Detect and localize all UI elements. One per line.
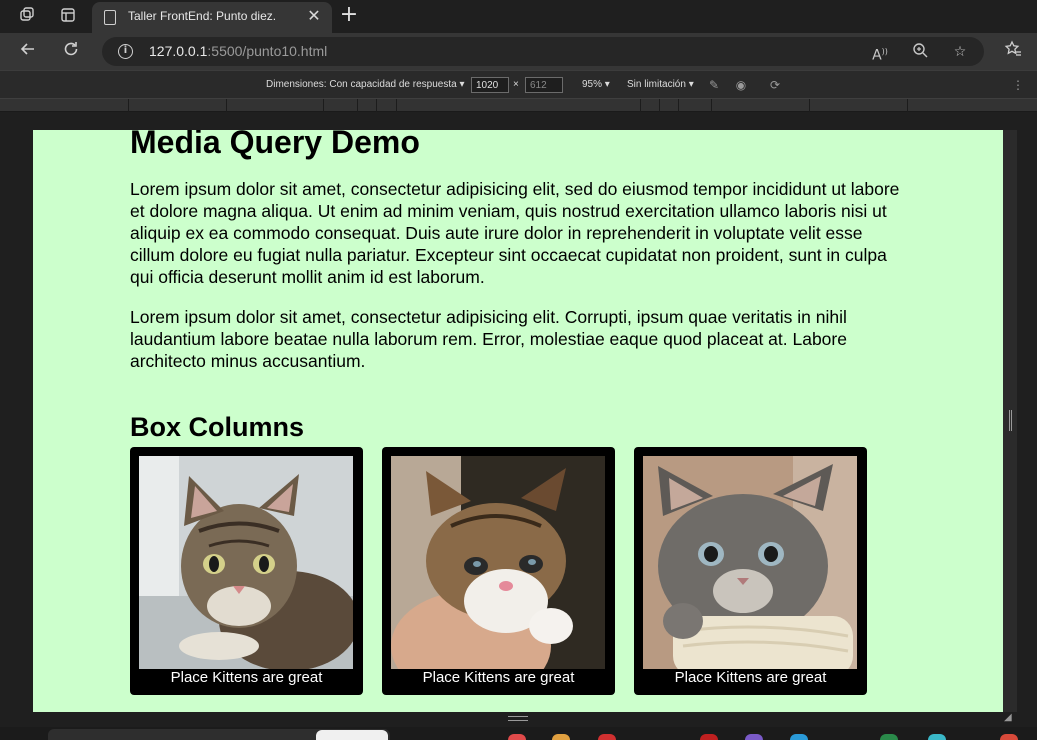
address-bar[interactable]: i 127.0.0.1:5500/punto10.html A)) ☆ [102,37,984,66]
width-input[interactable]: 1020 [471,77,509,93]
taskbar-app-icon[interactable] [508,734,526,740]
kitten-photo [139,456,353,669]
resize-handle-bottom[interactable] [508,716,528,721]
page-favicon-icon [104,10,116,25]
page-content: Media Query Demo Lorem ipsum dolor sit a… [130,130,910,442]
taskbar [0,727,1037,740]
ruler-segment[interactable] [907,99,908,112]
zoom-value: 95% [582,79,603,90]
dimensions-dropdown[interactable]: Dimensiones: Con capacidad de respuesta … [266,79,464,90]
card-caption: Place Kittens are great [170,669,323,686]
site-info-icon[interactable]: i [118,44,133,59]
zoom-dropdown[interactable]: 95% ▾ [582,79,610,90]
workspaces-icon[interactable] [16,6,38,28]
paragraph-2: Lorem ipsum dolor sit amet, consectetur … [130,307,847,371]
dimensions-label: Dimensiones: Con capacidad de respuesta [266,79,457,90]
taskbar-app-icon[interactable] [928,734,946,740]
card-caption: Place Kittens are great [422,669,575,686]
back-arrow-icon[interactable] [15,39,41,65]
taskbar-app-icon[interactable] [880,734,898,740]
taskbar-app-icon[interactable] [552,734,570,740]
taskbar-search-button[interactable] [316,730,388,740]
tab-actions-icon[interactable] [57,6,79,28]
zoom-icon[interactable] [910,42,930,62]
ruler-segment[interactable] [376,99,377,112]
emulated-page: Media Query Demo Lorem ipsum dolor sit a… [33,130,1003,712]
taskbar-app-icon[interactable] [700,734,718,740]
tab-title: Taller FrontEnd: Punto diez. [128,9,277,23]
section-title: Box Columns [130,412,305,442]
tab-strip: Taller FrontEnd: Punto diez. ✕ + [0,0,1037,33]
favorites-icon[interactable] [1000,39,1026,65]
ruler-segment[interactable] [396,99,397,112]
visibility-icon[interactable]: ◉ [733,77,749,93]
new-tab-icon[interactable]: + [338,4,360,26]
close-tab-icon[interactable]: ✕ [304,6,324,26]
height-input[interactable]: 612 [525,77,563,93]
url-text[interactable]: 127.0.0.1:5500/punto10.html [149,43,327,59]
taskbar-app-icon[interactable] [745,734,763,740]
kitten-photo [391,456,605,669]
device-toolbar: Dimensiones: Con capacidad de respuesta … [0,70,1037,98]
favorite-star-icon[interactable]: ☆ [950,42,970,62]
ruler-segment[interactable] [659,99,660,112]
throttling-value: Sin limitación [627,79,686,90]
taskbar-app-icon[interactable] [598,734,616,740]
ruler-segment[interactable] [128,99,129,112]
throttling-dropdown[interactable]: Sin limitación ▾ [627,79,694,90]
ruler-segment[interactable] [226,99,227,112]
box-columns: Place Kittens are great Place Kittens ar… [130,447,870,697]
read-aloud-icon[interactable]: A)) [870,42,890,64]
kitten-photo [643,456,857,669]
card-caption: Place Kittens are great [674,669,827,686]
kitten-card: Place Kittens are great [130,447,363,695]
taskbar-app-icon[interactable] [1000,734,1018,740]
kitten-card: Place Kittens are great [634,447,867,695]
page-title: Media Query Demo [130,130,420,160]
rotate-icon[interactable]: ⟳ [767,77,783,93]
ruler-segment[interactable] [678,99,679,112]
navigation-bar: i 127.0.0.1:5500/punto10.html A)) ☆ [0,33,1037,70]
media-query-ruler [0,98,1037,112]
ruler-segment[interactable] [711,99,712,112]
resize-handle-corner-icon[interactable]: ◢ [1004,712,1016,724]
ruler-segment[interactable] [640,99,641,112]
ruler-segment[interactable] [323,99,324,112]
ruler-segment[interactable] [357,99,358,112]
ruler-segment[interactable] [809,99,810,112]
resize-handle-right[interactable] [1009,410,1012,431]
dimension-separator: × [513,79,519,90]
url-host: 127.0.0.1 [149,43,208,59]
eyedropper-icon[interactable]: ✎ [706,77,722,93]
taskbar-app-icon[interactable] [790,734,808,740]
refresh-icon[interactable] [58,39,84,65]
more-options-icon[interactable]: ⋮ [1010,77,1026,93]
url-path: :5500/punto10.html [207,43,328,59]
kitten-card: Place Kittens are great [382,447,615,695]
paragraph-1: Lorem ipsum dolor sit amet, consectetur … [130,179,900,287]
active-tab[interactable]: Taller FrontEnd: Punto diez. ✕ [92,2,332,33]
